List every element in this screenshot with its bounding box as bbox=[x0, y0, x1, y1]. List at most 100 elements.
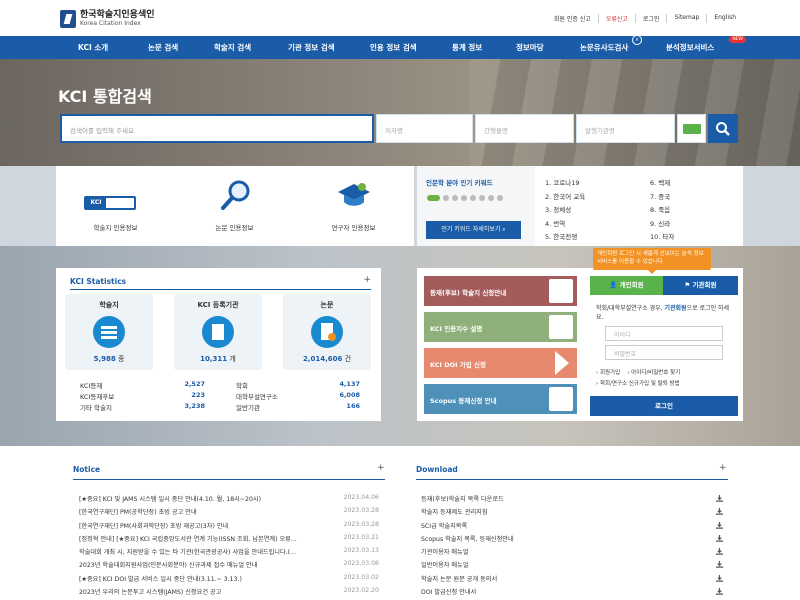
username-field[interactable]: 아이디 bbox=[605, 326, 723, 341]
download-title: Download bbox=[416, 465, 458, 474]
nav-kci-intro[interactable]: KCI 소개 bbox=[78, 42, 148, 53]
keywords-title: 인문학 분야 인기 키워드 bbox=[426, 179, 493, 187]
pager-dot[interactable] bbox=[497, 195, 503, 201]
util-link-member-report[interactable]: 회원 인증 신고 bbox=[547, 14, 598, 23]
logo-name-en: Korea Citation Index bbox=[80, 20, 141, 27]
stat-card-institutions[interactable]: KCI 등록기관 10,311 개 bbox=[174, 294, 262, 370]
tile-scopus-guide[interactable]: Scopus 등재신청 안내 bbox=[424, 384, 577, 414]
keyboard-button[interactable] bbox=[677, 114, 706, 143]
keywords-detail-button[interactable]: 인기 키워드 자세히보기 ⌕ bbox=[426, 221, 521, 239]
login-button[interactable]: 로그인 bbox=[590, 396, 738, 416]
keyword-item[interactable]: 2. 한국어 교육 bbox=[545, 191, 645, 205]
pager-dot[interactable] bbox=[452, 195, 458, 201]
util-link-english[interactable]: English bbox=[706, 14, 743, 23]
keyword-item[interactable]: 7. 중국 bbox=[650, 191, 750, 205]
stats-row: KCI등재 2,527 학회 4,137 bbox=[80, 380, 360, 390]
pager-dot[interactable] bbox=[443, 195, 449, 201]
login-panel: 👤 개인회원 ⚑ 기관회원 학회/대학부설연구소 경우, 기관회원으로 로그인 … bbox=[583, 268, 743, 421]
top-bar: 한국학술지인용색인 Korea Citation Index 회원 인증 신고 … bbox=[0, 0, 800, 36]
download-item[interactable]: DOI 발급신청 안내서 bbox=[421, 587, 723, 600]
util-link-sitemap[interactable]: Sitemap bbox=[666, 14, 706, 23]
nav-paper-search[interactable]: 논문 검색 bbox=[148, 42, 214, 53]
checklist-icon bbox=[549, 279, 573, 303]
notice-item[interactable]: [정정혁 안내] [★중요] KCI 국립중앙도서관 연계 기능(ISSN 조회… bbox=[79, 534, 379, 547]
keyword-item[interactable]: 3. 정체성 bbox=[545, 204, 645, 218]
download-item[interactable]: 일반이용자 매뉴얼 bbox=[421, 560, 723, 573]
notice-item[interactable]: 2023년 우리의 논문투고 시스템(JAMS) 신청요건 공고 2023.02.… bbox=[79, 587, 379, 600]
document-icon bbox=[311, 316, 343, 348]
tile-registration-guide[interactable]: 등재(후보) 학술지 신청안내 bbox=[424, 276, 577, 306]
magnifier-icon bbox=[221, 180, 250, 210]
nav-institution-search[interactable]: 기관 정보 검색 bbox=[288, 42, 370, 53]
site-logo[interactable]: 한국학술지인용색인 Korea Citation Index bbox=[60, 10, 155, 28]
search-button[interactable] bbox=[708, 114, 738, 143]
utility-links: 회원 인증 신고 오류신고 로그인 Sitemap English bbox=[547, 14, 743, 23]
pager-dot[interactable] bbox=[470, 195, 476, 201]
publisher-input[interactable]: 발행기관명 bbox=[576, 114, 675, 143]
author-input[interactable]: 저자명 bbox=[376, 114, 473, 143]
notice-more-icon[interactable]: + bbox=[377, 463, 385, 473]
stats-row: KCI등재후보 223 대학부설연구소 6,008 bbox=[80, 391, 360, 401]
institution-join-link[interactable]: › 학회/연구소 신규가입 및 탈퇴 방법 bbox=[596, 381, 680, 387]
notice-item[interactable]: [★중요] KCI 및 JAMS 시스템 일시 중단 안내(4.10. 월, 1… bbox=[79, 494, 379, 507]
nav-statistics[interactable]: 통계 정보 bbox=[452, 42, 516, 53]
keyword-item[interactable]: 10. 타자 bbox=[650, 231, 750, 245]
util-link-error-report[interactable]: 오류신고 bbox=[597, 14, 635, 23]
kci-logo-icon bbox=[60, 10, 76, 28]
notice-item[interactable]: [한국연구재단] PM(사회과학단장) 초빙 재공고(3차) 안내 2023.03… bbox=[79, 521, 379, 534]
download-list: 등재(후보)학술지 목록 다운로드 학술지 등재제도 관리지침 SCI급 학술지… bbox=[421, 494, 723, 600]
download-item[interactable]: 기관이용자 매뉴얼 bbox=[421, 547, 723, 560]
popular-keywords-panel: 인문학 분야 인기 키워드 인기 키워드 자세히보기 ⌕ 1. 코로나19 2.… bbox=[417, 166, 743, 246]
quick-researcher-citation[interactable]: 연구자 인용정보 bbox=[294, 166, 413, 246]
pager-dot[interactable] bbox=[461, 195, 467, 201]
service-tiles: 등재(후보) 학술지 신청안내 KCI 인용지수 설명 KCI DOI 가입 신… bbox=[417, 268, 583, 421]
keyword-item[interactable]: 8. 죽음 bbox=[650, 204, 750, 218]
stat-card-journals[interactable]: 학술지 5,988 종 bbox=[65, 294, 153, 370]
pager-dot[interactable] bbox=[479, 195, 485, 201]
tab-personal[interactable]: 👤 개인회원 bbox=[590, 276, 663, 295]
download-icon bbox=[716, 508, 723, 516]
notice-item[interactable]: [한국연구재단] PM(공학단장) 초빙 공고 안내 2023.03.28 bbox=[79, 507, 379, 520]
nav-info-plaza[interactable]: 정보마당 bbox=[516, 42, 580, 53]
login-tooltip: 개인회원 로그인 시 새롭게 선보이는 분석 정보 서비스를 이용할 수 있습니… bbox=[593, 248, 711, 274]
tab-institution[interactable]: ⚑ 기관회원 bbox=[663, 276, 738, 295]
download-icon bbox=[716, 561, 723, 569]
nav-citation-search[interactable]: 인용 정보 검색 bbox=[370, 42, 452, 53]
keyword-item[interactable]: 6. 백제 bbox=[650, 177, 750, 191]
download-item[interactable]: 학술지 논문 원문 공개 동의서 bbox=[421, 574, 723, 587]
tile-citation-index[interactable]: KCI 인용지수 설명 bbox=[424, 312, 577, 342]
download-item[interactable]: 학술지 등재제도 관리지침 bbox=[421, 507, 723, 520]
nav-similarity-check[interactable]: 논문유사도검사 bbox=[580, 43, 628, 52]
quick-links: KCI 학술지 인용정보 논문 인용정보 연구자 인용정보 bbox=[56, 166, 414, 246]
keyword-item[interactable]: 5. 한국전쟁 bbox=[545, 231, 645, 245]
search-input[interactable]: 검색어를 입력해 주세요 bbox=[60, 114, 374, 143]
quick-paper-citation[interactable]: 논문 인용정보 bbox=[175, 166, 294, 246]
keyboard-icon bbox=[682, 123, 701, 134]
download-item[interactable]: 등재(후보)학술지 목록 다운로드 bbox=[421, 494, 723, 507]
download-item[interactable]: SCI급 학술지목록 bbox=[421, 521, 723, 534]
notice-item[interactable]: 2023년 학술대회지원사업(인문사회분야) 신규과제 접수 매뉴얼 안내 202… bbox=[79, 560, 379, 573]
building-icon bbox=[202, 316, 234, 348]
lower-section: Notice + [★중요] KCI 및 JAMS 시스템 일시 중단 안내(4… bbox=[0, 446, 800, 600]
publication-input[interactable]: 간행물명 bbox=[475, 114, 574, 143]
util-link-login[interactable]: 로그인 bbox=[634, 14, 667, 23]
tile-doi-apply[interactable]: KCI DOI 가입 신청 bbox=[424, 348, 577, 378]
quick-label-journal: 학술지 인용정보 bbox=[93, 224, 138, 232]
pager-dot[interactable] bbox=[427, 195, 440, 201]
nav-journal-search[interactable]: 학술지 검색 bbox=[214, 42, 288, 53]
keyword-item[interactable]: 9. 신라 bbox=[650, 218, 750, 232]
keyword-item[interactable]: 1. 코로나19 bbox=[545, 177, 645, 191]
keyword-item[interactable]: 4. 번역 bbox=[545, 218, 645, 232]
notice-item[interactable]: [★중요] KCI DOI 발급 서비스 일시 중단 안내(3.11.~ 3.1… bbox=[79, 574, 379, 587]
notice-item[interactable]: 학술대회 개최 시, 지원받을 수 있는 타 기관(한국관광공사) 사업을 안내… bbox=[79, 547, 379, 560]
find-account-link[interactable]: › 아이디/비밀번호 찾기 bbox=[627, 370, 680, 376]
nav-analysis-service[interactable]: 분석정보서비스 bbox=[666, 43, 714, 52]
join-link[interactable]: › 회원가입 bbox=[596, 370, 620, 376]
stat-card-papers[interactable]: 논문 2,014,606 건 bbox=[283, 294, 371, 370]
download-more-icon[interactable]: + bbox=[719, 463, 727, 473]
quick-journal-citation[interactable]: KCI 학술지 인용정보 bbox=[56, 166, 175, 246]
password-field[interactable]: 비밀번호 bbox=[605, 345, 723, 360]
download-item[interactable]: Scopus 학술지 목록, 등재신청안내 bbox=[421, 534, 723, 547]
stats-more-icon[interactable]: + bbox=[363, 275, 371, 285]
pager-dot[interactable] bbox=[488, 195, 494, 201]
